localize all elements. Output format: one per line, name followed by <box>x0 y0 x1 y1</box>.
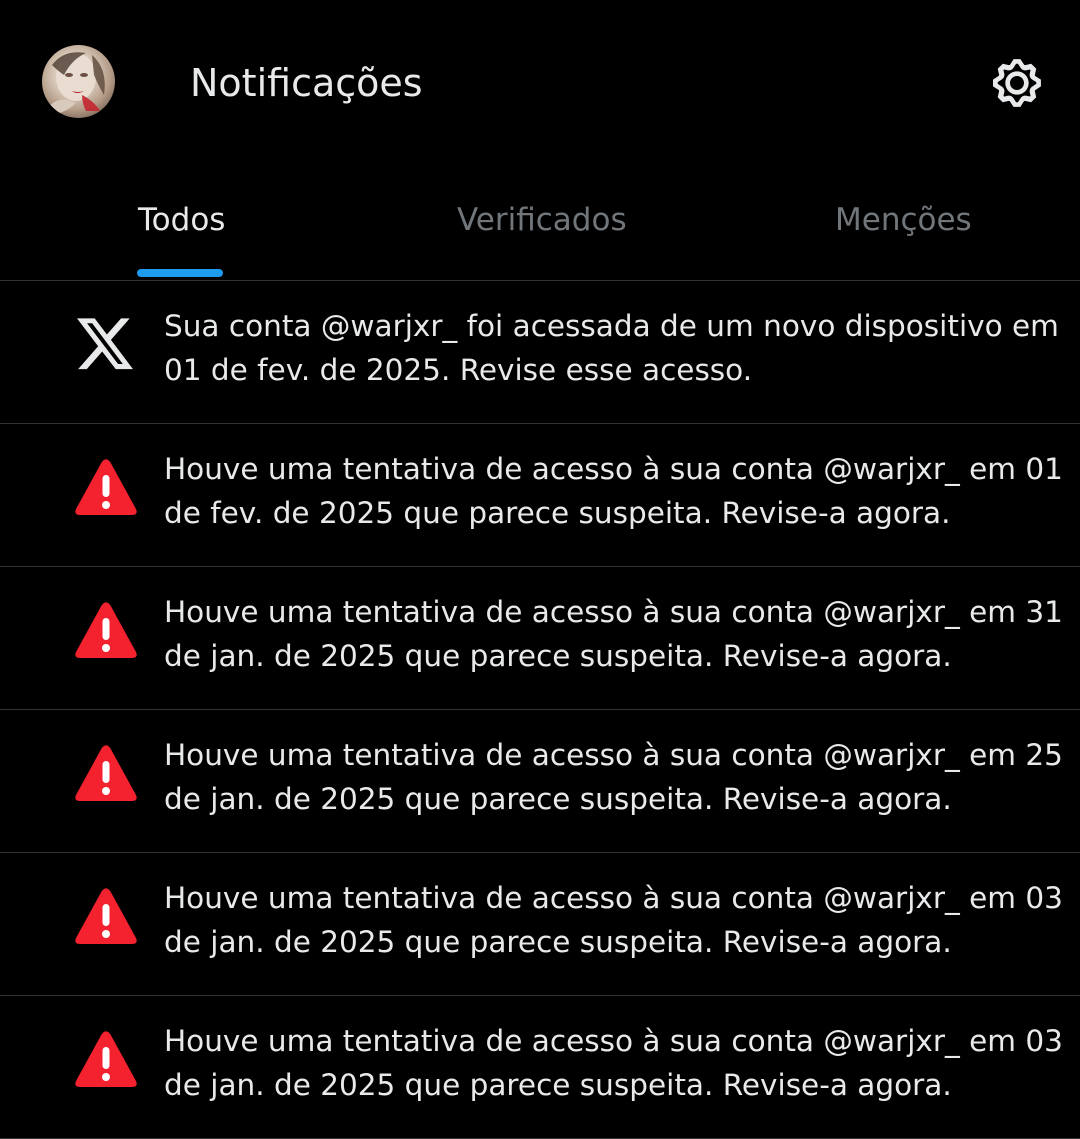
notification-text: Sua conta @warjxr_ foi acessada de um no… <box>164 309 1059 387</box>
notification-item[interactable]: Houve uma tentativa de acesso à sua cont… <box>0 710 1080 853</box>
notifications-list: Sua conta @warjxr_ foi acessada de um no… <box>0 281 1080 1139</box>
avatar-photo-icon <box>50 52 105 115</box>
tab-todos[interactable]: Todos <box>138 195 225 245</box>
settings-button[interactable] <box>982 48 1052 118</box>
gear-icon <box>993 59 1041 107</box>
notification-item[interactable]: Houve uma tentativa de acesso à sua cont… <box>0 424 1080 567</box>
notification-item[interactable]: Houve uma tentativa de acesso à sua cont… <box>0 567 1080 710</box>
top-app-bar: Notificações <box>0 0 1080 165</box>
warning-icon <box>72 740 140 808</box>
warning-icon <box>72 454 140 522</box>
page-title: Notificações <box>190 61 423 105</box>
notification-text: Houve uma tentativa de acesso à sua cont… <box>164 595 1063 673</box>
tab-verificados[interactable]: Verificados <box>457 195 627 245</box>
warning-icon <box>72 883 140 951</box>
notification-item[interactable]: Houve uma tentativa de acesso à sua cont… <box>0 853 1080 996</box>
active-tab-indicator <box>137 269 223 277</box>
warning-icon <box>72 1026 140 1094</box>
tab-bar: Todos Verificados Menções <box>0 165 1080 281</box>
notification-text: Houve uma tentativa de acesso à sua cont… <box>164 452 1063 530</box>
tab-mencoes[interactable]: Menções <box>835 195 972 245</box>
notification-item[interactable]: Houve uma tentativa de acesso à sua cont… <box>0 996 1080 1139</box>
notification-text: Houve uma tentativa de acesso à sua cont… <box>164 881 1063 959</box>
warning-icon <box>72 597 140 665</box>
x-logo-icon <box>72 311 140 379</box>
notification-text: Houve uma tentativa de acesso à sua cont… <box>164 1024 1063 1102</box>
notification-text: Houve uma tentativa de acesso à sua cont… <box>164 738 1063 816</box>
notification-item[interactable]: Sua conta @warjxr_ foi acessada de um no… <box>0 281 1080 424</box>
avatar[interactable] <box>42 45 115 118</box>
